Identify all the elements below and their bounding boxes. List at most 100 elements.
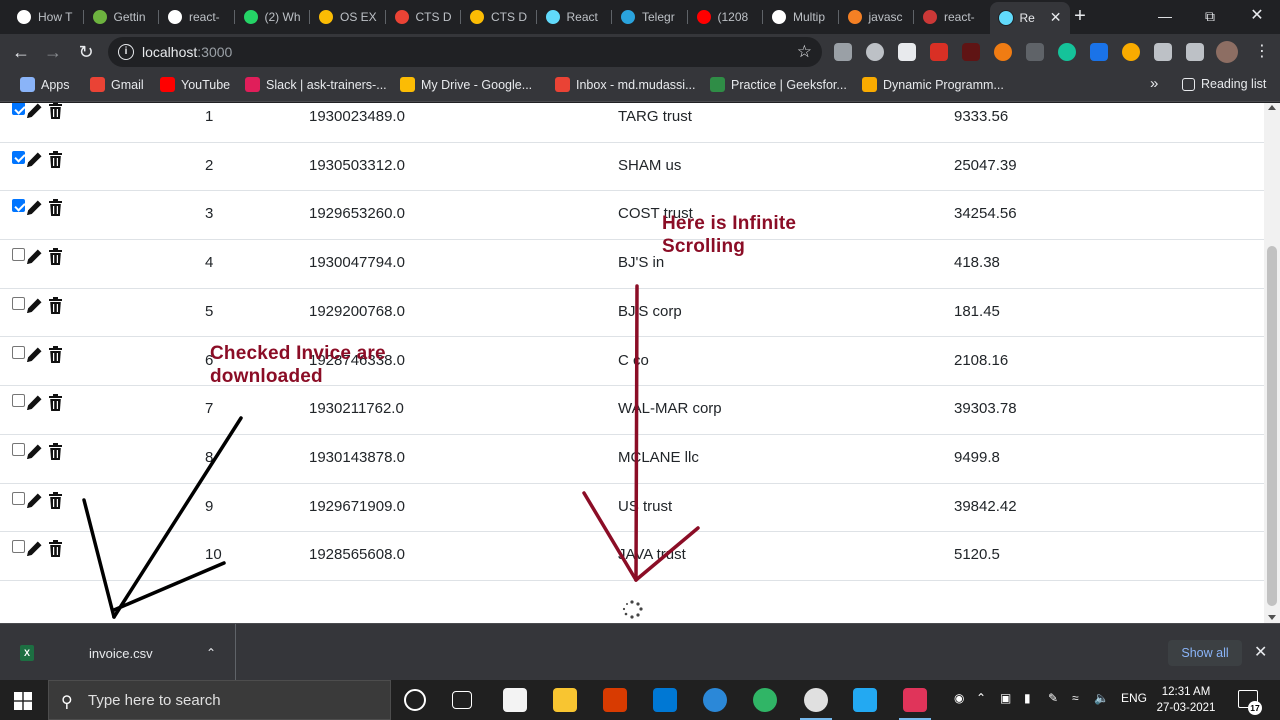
row-checkbox[interactable]: [12, 150, 25, 164]
trash-delete-icon[interactable]: [48, 540, 63, 558]
skype-icon[interactable]: [703, 688, 727, 712]
office-icon[interactable]: [603, 688, 627, 712]
row-checkbox[interactable]: [12, 199, 25, 213]
camera-extension-icon[interactable]: [834, 43, 852, 61]
scroll-down-arrow[interactable]: [1268, 615, 1276, 620]
orange-extension-icon[interactable]: [994, 43, 1012, 61]
cortana-icon[interactable]: [404, 689, 426, 711]
chrome-icon[interactable]: [800, 688, 832, 720]
close-window-button[interactable]: ✕: [1247, 6, 1267, 26]
browser-tab[interactable]: react-: [159, 4, 233, 30]
bookmark-item[interactable]: Dynamic Programm...: [862, 77, 1004, 92]
trash-delete-icon[interactable]: [48, 103, 63, 119]
minimize-button[interactable]: —: [1155, 6, 1175, 26]
edge-icon[interactable]: [753, 688, 777, 712]
bookmark-item[interactable]: Practice | Geeksfor...: [710, 77, 847, 92]
back-button[interactable]: ←: [11, 42, 31, 62]
address-bar[interactable]: i localhost:3000 ☆: [108, 37, 822, 67]
trash-delete-icon[interactable]: [48, 345, 63, 363]
file-explorer-icon[interactable]: [553, 688, 577, 712]
trash-delete-icon[interactable]: [48, 394, 63, 412]
restore-button[interactable]: ⧉: [1200, 6, 1220, 26]
hash-extension-icon[interactable]: [962, 43, 980, 61]
tray-overflow-icon[interactable]: ⌃: [976, 691, 986, 705]
taskbar-search-box[interactable]: ⚲ Type here to search: [48, 680, 391, 720]
browser-tab[interactable]: React: [537, 4, 611, 30]
task-view-icon[interactable]: [452, 691, 472, 709]
show-all-button[interactable]: Show all: [1168, 640, 1242, 666]
row-checkbox[interactable]: [12, 491, 25, 505]
new-tab-button[interactable]: +: [1070, 6, 1090, 26]
pencil-edit-icon[interactable]: [25, 346, 43, 364]
pencil-edit-icon[interactable]: [25, 297, 43, 315]
chevron-up-icon[interactable]: ⌃: [206, 646, 216, 660]
trash-delete-icon[interactable]: [48, 248, 63, 266]
wifi-icon[interactable]: ≈: [1072, 691, 1079, 705]
browser-tab[interactable]: Telegr: [612, 4, 686, 30]
puzzle-extensions-icon[interactable]: [1154, 43, 1172, 61]
battery-icon[interactable]: ▮: [1024, 691, 1031, 705]
page-scrollbar[interactable]: [1264, 103, 1280, 623]
world-extension-icon[interactable]: [866, 43, 884, 61]
close-tab-icon[interactable]: ✕: [1050, 9, 1062, 26]
row-checkbox[interactable]: [12, 103, 25, 115]
taskbar-clock[interactable]: 12:31 AM 27-03-2021: [1148, 684, 1224, 716]
browser-tab[interactable]: Gettin: [84, 4, 158, 30]
vscode-icon[interactable]: [853, 688, 877, 712]
media-control-icon[interactable]: [1186, 43, 1204, 61]
grammarly-icon[interactable]: [1058, 43, 1076, 61]
download-item[interactable]: X invoice.csv ⌃: [0, 624, 236, 681]
row-checkbox[interactable]: [12, 540, 25, 554]
pencil-edit-icon[interactable]: [25, 443, 43, 461]
site-info-icon[interactable]: i: [118, 44, 134, 60]
pencil-edit-icon[interactable]: [25, 248, 43, 266]
windows-start-icon[interactable]: [14, 692, 32, 710]
mail-icon[interactable]: [653, 688, 677, 712]
reload-button[interactable]: ↻: [76, 42, 96, 62]
bolt-extension-icon[interactable]: [930, 43, 948, 61]
cart-extension-icon[interactable]: [1026, 43, 1044, 61]
profile-avatar[interactable]: [1216, 41, 1238, 63]
bookmark-item[interactable]: YouTube: [160, 77, 230, 92]
reading-list-button[interactable]: Reading list: [1182, 77, 1266, 91]
pencil-edit-icon[interactable]: [25, 394, 43, 412]
browser-tab[interactable]: javasc: [839, 4, 913, 30]
row-checkbox[interactable]: [12, 296, 25, 310]
bookmark-item[interactable]: My Drive - Google...: [400, 77, 532, 92]
pencil-edit-icon[interactable]: [25, 199, 43, 217]
trash-delete-icon[interactable]: [48, 296, 63, 314]
trash-delete-icon[interactable]: [48, 199, 63, 217]
pencil-edit-icon[interactable]: [25, 151, 43, 169]
honey-extension-icon[interactable]: [1122, 43, 1140, 61]
bookmarks-overflow-button[interactable]: »: [1150, 75, 1158, 92]
row-checkbox[interactable]: [12, 442, 25, 456]
row-checkbox[interactable]: [12, 345, 25, 359]
scroll-thumb[interactable]: [1267, 246, 1277, 606]
bookmark-star-icon[interactable]: ☆: [797, 42, 812, 62]
bookmark-item[interactable]: Slack | ask-trainers-...: [245, 77, 387, 92]
volume-icon[interactable]: 🔈: [1094, 691, 1109, 705]
trash-delete-icon[interactable]: [48, 491, 63, 509]
bookmark-item[interactable]: Apps: [20, 77, 70, 92]
meet-now-icon[interactable]: ▣: [1000, 691, 1011, 705]
chrome-menu-icon[interactable]: ⋮: [1252, 42, 1272, 62]
bookmark-item[interactable]: Gmail: [90, 77, 144, 92]
browser-tab[interactable]: (2) Wh: [235, 4, 309, 30]
language-indicator[interactable]: ENG: [1121, 691, 1147, 705]
browser-tab[interactable]: CTS D: [461, 4, 535, 30]
browser-tab[interactable]: CTS D: [386, 4, 460, 30]
browser-tab[interactable]: Re ✕: [989, 2, 1070, 34]
forward-button[interactable]: →: [43, 42, 63, 62]
scroll-up-arrow[interactable]: [1268, 105, 1276, 110]
pencil-edit-icon[interactable]: [25, 103, 43, 120]
pencil-edit-icon[interactable]: [25, 492, 43, 510]
trash-delete-icon[interactable]: [48, 150, 63, 168]
browser-tab[interactable]: Multip: [763, 4, 837, 30]
tray-app-icon[interactable]: ◉: [954, 691, 964, 705]
trash-delete-icon[interactable]: [48, 442, 63, 460]
pen-icon[interactable]: ✎: [1048, 691, 1058, 705]
browser-tab[interactable]: How T: [8, 4, 82, 30]
browser-tab[interactable]: react-: [914, 4, 988, 30]
browser-tab[interactable]: (1208: [688, 4, 762, 30]
store-icon[interactable]: [503, 688, 527, 712]
